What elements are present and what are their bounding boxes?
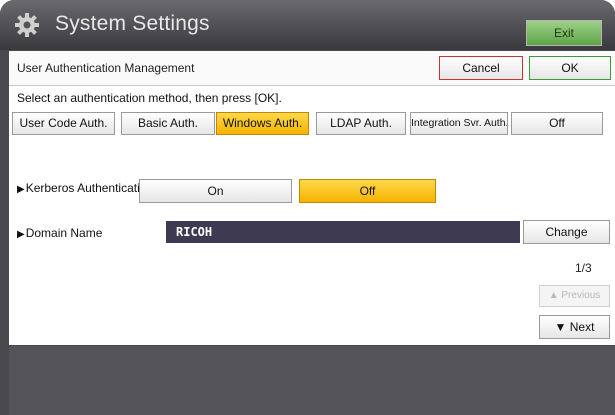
next-label: Next [569, 320, 595, 334]
kerberos-on-button[interactable]: On [139, 179, 292, 203]
instruction-text: Select an authentication method, then pr… [17, 91, 282, 105]
change-domain-button[interactable]: Change [523, 220, 610, 244]
panel-header: User Authentication Management Cancel OK [9, 51, 615, 86]
ok-button[interactable]: OK [529, 56, 611, 80]
exit-button[interactable]: Exit [526, 20, 602, 46]
triangle-right-icon: ▶ [17, 229, 25, 240]
status-area [9, 346, 615, 415]
domain-name-field[interactable]: RICOH [166, 221, 520, 243]
gear-icon [14, 12, 40, 38]
window-title: System Settings [55, 12, 210, 35]
kerberos-row-label: ▶Kerberos Authentication [17, 181, 153, 195]
device-frame: System Settings Exit User Authentication… [0, 0, 615, 415]
panel-title: User Authentication Management [17, 61, 195, 75]
title-bar: System Settings Exit [0, 0, 615, 50]
auth-basic-button[interactable]: Basic Auth. [121, 112, 215, 135]
cancel-button[interactable]: Cancel [439, 56, 523, 80]
triangle-up-icon: ▲ [548, 290, 559, 301]
page-indicator: 1/3 [575, 261, 592, 275]
domain-label: Domain Name [25, 226, 103, 240]
previous-label: Previous [561, 290, 601, 301]
domain-row-label: ▶Domain Name [17, 226, 102, 240]
next-button[interactable]: ▼ Next [539, 315, 610, 339]
kerberos-label: Kerberos Authentication [25, 181, 154, 195]
auth-user-code-button[interactable]: User Code Auth. [12, 112, 115, 135]
auth-ldap-button[interactable]: LDAP Auth. [316, 112, 406, 135]
auth-off-button[interactable]: Off [511, 112, 603, 135]
settings-panel: User Authentication Management Cancel OK… [9, 51, 615, 345]
previous-button[interactable]: ▲ Previous [539, 285, 610, 307]
auth-windows-button[interactable]: Windows Auth. [216, 112, 309, 135]
triangle-down-icon: ▼ [554, 320, 567, 334]
kerberos-off-button[interactable]: Off [299, 179, 436, 203]
triangle-right-icon: ▶ [17, 184, 25, 195]
auth-integration-server-button[interactable]: Integration Svr. Auth. [410, 112, 508, 135]
